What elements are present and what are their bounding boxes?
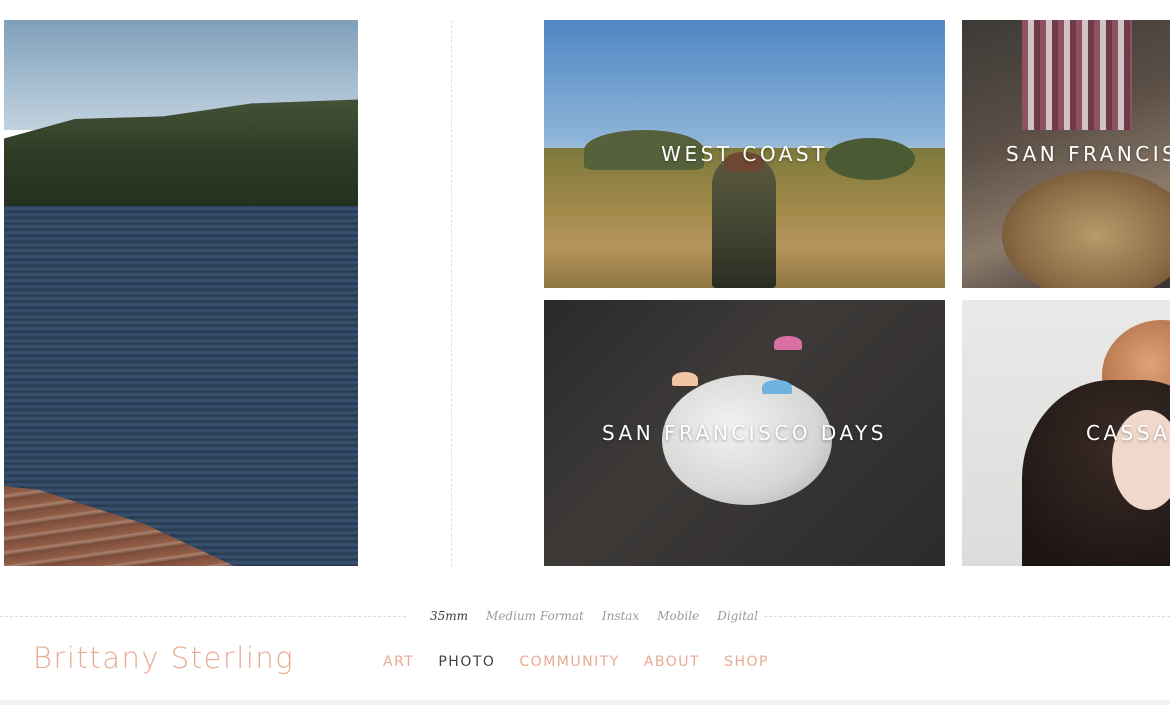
bottom-bar — [0, 700, 1170, 705]
tile-caption: WEST COAST — [661, 142, 828, 166]
nav-item-about[interactable]: ABOUT — [644, 654, 700, 670]
subnav-item-medium-format[interactable]: Medium Format — [486, 606, 584, 626]
subnav-item-35mm[interactable]: 35mm — [430, 606, 468, 626]
subnav-item-digital[interactable]: Digital — [717, 606, 758, 626]
gallery-divider — [451, 20, 452, 566]
tile-image-person — [712, 155, 776, 288]
tile-image-shirt — [1022, 20, 1132, 130]
gallery-tile-west-coast[interactable]: WEST COAST — [544, 20, 945, 288]
tile-caption: CASSA — [1086, 421, 1170, 445]
format-subnav: 35mm Medium Format Instax Mobile Digital — [0, 606, 1170, 626]
tile-caption: SAN FRANCISCO — [1006, 142, 1170, 166]
tile-image-bush — [825, 138, 915, 180]
subnav-items: 35mm Medium Format Instax Mobile Digital — [430, 606, 758, 626]
tile-image-umbrella — [774, 336, 802, 350]
gallery-tile-san-francisco-days[interactable]: SAN FRANCISCO DAYS — [544, 300, 945, 566]
site-logo-text[interactable]: Brittany Sterling — [33, 641, 294, 675]
tile-image-umbrella — [762, 380, 792, 394]
subnav-divider-right — [764, 616, 1170, 617]
main-nav: ART PHOTO COMMUNITY ABOUT SHOP — [383, 654, 793, 670]
nav-item-photo[interactable]: PHOTO — [438, 654, 495, 670]
subnav-divider-left — [0, 616, 406, 617]
tile-image-umbrella — [672, 372, 698, 386]
nav-item-art[interactable]: ART — [383, 654, 414, 670]
gallery-tile-cassa[interactable]: CASSA — [962, 300, 1170, 566]
subnav-item-instax[interactable]: Instax — [602, 606, 639, 626]
subnav-item-mobile[interactable]: Mobile — [657, 606, 699, 626]
featured-lake-photo[interactable] — [4, 20, 358, 566]
gallery-tile-san-francisco[interactable]: SAN FRANCISCO — [962, 20, 1170, 288]
tile-caption: SAN FRANCISCO DAYS — [601, 421, 887, 445]
nav-item-shop[interactable]: SHOP — [724, 654, 769, 670]
nav-item-community[interactable]: COMMUNITY — [519, 654, 619, 670]
